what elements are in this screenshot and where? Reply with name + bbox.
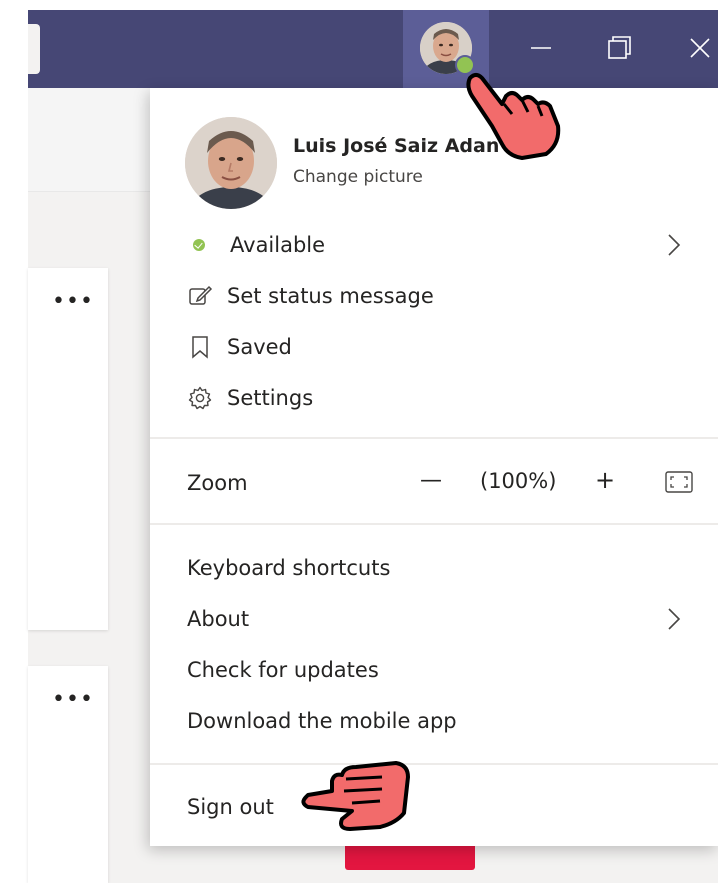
set-status-message-item[interactable]: Set status message (185, 279, 685, 313)
about-item[interactable]: About (187, 602, 712, 636)
status-item[interactable]: Available (192, 228, 712, 262)
sign-out-item[interactable]: Sign out (187, 790, 274, 824)
content-card (28, 268, 108, 630)
chevron-right-icon (668, 608, 681, 630)
minimize-icon[interactable] (519, 26, 563, 70)
profile-picture[interactable] (185, 117, 277, 209)
keyboard-shortcuts-label: Keyboard shortcuts (187, 556, 391, 580)
more-options-button[interactable]: ••• (52, 291, 94, 313)
edit-note-icon (185, 281, 215, 311)
screenshot-margin-left (0, 0, 28, 883)
menu-divider (150, 437, 718, 439)
gear-icon (185, 383, 215, 413)
set-status-message-label: Set status message (227, 284, 434, 308)
saved-item[interactable]: Saved (185, 330, 685, 364)
saved-label: Saved (227, 335, 292, 359)
pointing-hand-icon (466, 73, 561, 160)
download-mobile-app-label: Download the mobile app (187, 709, 457, 733)
download-mobile-app-item[interactable]: Download the mobile app (187, 704, 457, 738)
fullscreen-icon[interactable] (665, 471, 693, 493)
more-options-button[interactable]: ••• (52, 689, 94, 711)
zoom-label: Zoom (187, 471, 248, 495)
status-label: Available (230, 233, 326, 257)
sign-out-label: Sign out (187, 795, 274, 819)
bookmark-icon (185, 332, 215, 362)
close-icon[interactable] (678, 26, 718, 70)
zoom-out-button[interactable]: — (420, 468, 442, 493)
chevron-right-icon (668, 234, 681, 256)
zoom-in-button[interactable]: + (595, 466, 615, 494)
zoom-label-row: Zoom (187, 466, 248, 500)
settings-label: Settings (227, 386, 314, 410)
check-for-updates-item[interactable]: Check for updates (187, 653, 379, 687)
pointing-hand-icon (301, 761, 410, 831)
menu-divider (150, 523, 718, 525)
profile-menu: Luis José Saiz Adan Change picture Avail… (150, 88, 718, 846)
page-header (28, 88, 158, 192)
about-label: About (187, 607, 250, 631)
search-box[interactable] (28, 24, 40, 74)
screenshot-margin-top (0, 0, 718, 10)
check-for-updates-label: Check for updates (187, 658, 379, 682)
presence-available-icon (192, 230, 206, 260)
restore-window-icon[interactable] (598, 26, 642, 70)
keyboard-shortcuts-item[interactable]: Keyboard shortcuts (187, 551, 390, 585)
menu-divider (150, 763, 718, 765)
zoom-level: (100%) (480, 469, 557, 493)
change-picture-link[interactable]: Change picture (293, 167, 423, 187)
settings-item[interactable]: Settings (185, 381, 685, 415)
